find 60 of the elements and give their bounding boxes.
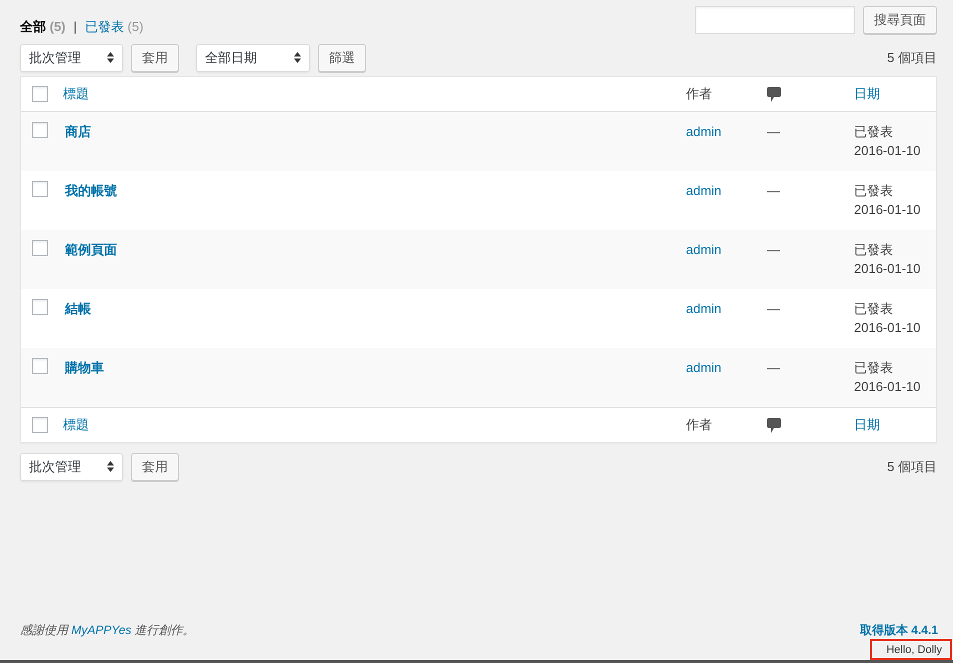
status-text: 已發表 xyxy=(854,122,894,140)
item-count: 5 個項目 xyxy=(887,458,937,476)
select-arrows-icon xyxy=(107,461,114,472)
column-header-link[interactable]: 標題 xyxy=(63,416,89,432)
page-title-link[interactable]: 我的帳號 xyxy=(65,182,117,198)
comment-count: — xyxy=(767,242,780,256)
status-text: 已發表 xyxy=(854,300,894,318)
page-title-link[interactable]: 商店 xyxy=(65,124,91,138)
page-title-link[interactable]: 購物車 xyxy=(65,360,104,374)
checkbox[interactable] xyxy=(32,358,48,374)
column-header: 作者 xyxy=(686,416,712,432)
select-arrows-icon xyxy=(294,52,301,63)
item-count: 5 個項目 xyxy=(887,48,937,67)
hello-dolly-text: Hello, Dolly xyxy=(870,638,952,660)
select-arrows-icon xyxy=(107,52,114,63)
apply-button[interactable]: 套用 xyxy=(131,44,179,72)
select-field[interactable]: 批次管理 xyxy=(20,44,123,72)
page-title-link[interactable]: 結帳 xyxy=(65,300,91,316)
comment-count: — xyxy=(767,300,780,316)
column-header-link[interactable]: 日期 xyxy=(854,417,880,432)
column-header: 作者 xyxy=(686,86,712,101)
comment-icon xyxy=(767,418,781,433)
filter-button[interactable]: 篩選 xyxy=(318,44,366,72)
date-text: 2016-01-10 xyxy=(854,378,922,396)
footer-credit: 感謝使用 MyAPPYes 進行創作。 xyxy=(20,622,195,638)
status-text: 已發表 xyxy=(854,240,894,258)
comment-icon xyxy=(767,86,781,102)
column-header-link[interactable]: 日期 xyxy=(854,86,880,101)
author-link[interactable]: admin xyxy=(686,242,722,256)
apply-button[interactable]: 套用 xyxy=(131,452,179,480)
date-text: 2016-01-10 xyxy=(854,318,922,336)
search-button[interactable]: 搜尋頁面 xyxy=(863,6,937,34)
checkbox[interactable] xyxy=(32,298,48,314)
date-text: 2016-01-10 xyxy=(854,142,922,160)
select-field[interactable]: 全部日期 xyxy=(196,44,310,72)
checkbox[interactable] xyxy=(32,180,48,196)
version-link[interactable]: 取得版本 4.4.1 xyxy=(860,620,938,638)
filter-link[interactable]: 已發表 (5) xyxy=(84,17,144,36)
checkbox[interactable] xyxy=(32,416,48,432)
select-field[interactable]: 批次管理 xyxy=(20,452,123,480)
comment-count: — xyxy=(767,182,780,198)
author-link[interactable]: admin xyxy=(686,182,722,198)
checkbox[interactable] xyxy=(32,240,48,256)
credit-link[interactable]: MyAPPYes xyxy=(71,622,132,636)
page-title-link[interactable]: 範例頁面 xyxy=(65,242,117,256)
comment-count: — xyxy=(767,360,780,374)
author-link[interactable]: admin xyxy=(686,300,722,316)
comment-count: — xyxy=(767,124,780,138)
author-link[interactable]: admin xyxy=(686,360,722,374)
checkbox[interactable] xyxy=(32,122,48,138)
search-field[interactable] xyxy=(695,6,855,34)
author-link[interactable]: admin xyxy=(686,124,722,138)
column-header-link[interactable]: 標題 xyxy=(63,86,89,101)
date-text: 2016-01-10 xyxy=(854,260,922,278)
checkbox[interactable] xyxy=(32,86,48,102)
separator-text: | xyxy=(74,18,77,36)
status-text: 已發表 xyxy=(854,182,894,200)
date-text: 2016-01-10 xyxy=(854,200,922,218)
filter-link[interactable]: 全部 (5) xyxy=(20,17,66,36)
status-text: 已發表 xyxy=(854,358,894,376)
